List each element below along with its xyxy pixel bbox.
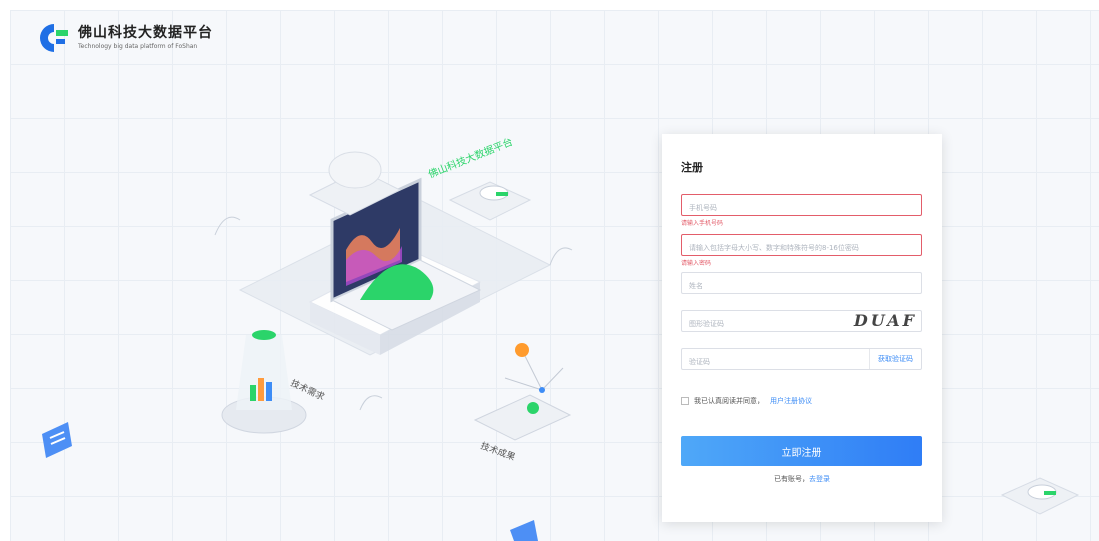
gauge-device-icon-bottom-right: [1000, 477, 1080, 515]
agreement-row: 我已认真阅读并同意， 用户注册协议: [681, 396, 812, 406]
form-title: 注册: [681, 161, 703, 174]
phone-input[interactable]: [682, 198, 921, 218]
password-error: 请输入密码: [681, 260, 712, 267]
password-input[interactable]: [682, 238, 921, 258]
captcha-image[interactable]: DUAF: [854, 311, 917, 331]
captcha-field[interactable]: DUAF: [681, 310, 922, 334]
sms-code-field[interactable]: 获取验证码: [681, 348, 922, 372]
login-link[interactable]: 去登录: [809, 475, 830, 483]
document-icon-left: [42, 422, 72, 458]
name-field[interactable]: [681, 272, 922, 296]
page-canvas: 佛山科技大数据平台 Technology big data platform o…: [10, 10, 1099, 541]
tech-demand-label: 技术需求: [289, 377, 327, 403]
tech-result-label: 技术成果: [479, 440, 517, 464]
top-cropped-strip: [0, 0, 1099, 10]
phone-field[interactable]: [681, 194, 922, 218]
molecule-node-icon: [473, 343, 572, 441]
agreement-checkbox[interactable]: [681, 397, 689, 405]
register-panel: 注册 请输入手机号码 请输入密码 DUAF 获取验证码 我已认真阅读并同意， 用…: [662, 134, 942, 522]
gauge-device-icon: [448, 181, 532, 221]
phone-error: 请输入手机号码: [681, 220, 724, 227]
name-input[interactable]: [682, 276, 921, 296]
register-button[interactable]: 立即注册: [681, 436, 922, 466]
agreement-text: 我已认真阅读并同意，: [694, 397, 764, 405]
document-icon-bottom: [510, 520, 538, 541]
platform-label: 佛山科技大数据平台: [426, 135, 514, 181]
hero-illustration: 佛山科技大数据平台 技术需求 技术成果: [42, 135, 573, 541]
get-sms-code-button[interactable]: 获取验证码: [869, 349, 921, 369]
login-prompt-row: 已有账号，去登录: [662, 474, 942, 484]
agreement-link[interactable]: 用户注册协议: [770, 396, 812, 406]
password-field[interactable]: [681, 234, 922, 258]
login-prompt: 已有账号，: [774, 475, 809, 483]
